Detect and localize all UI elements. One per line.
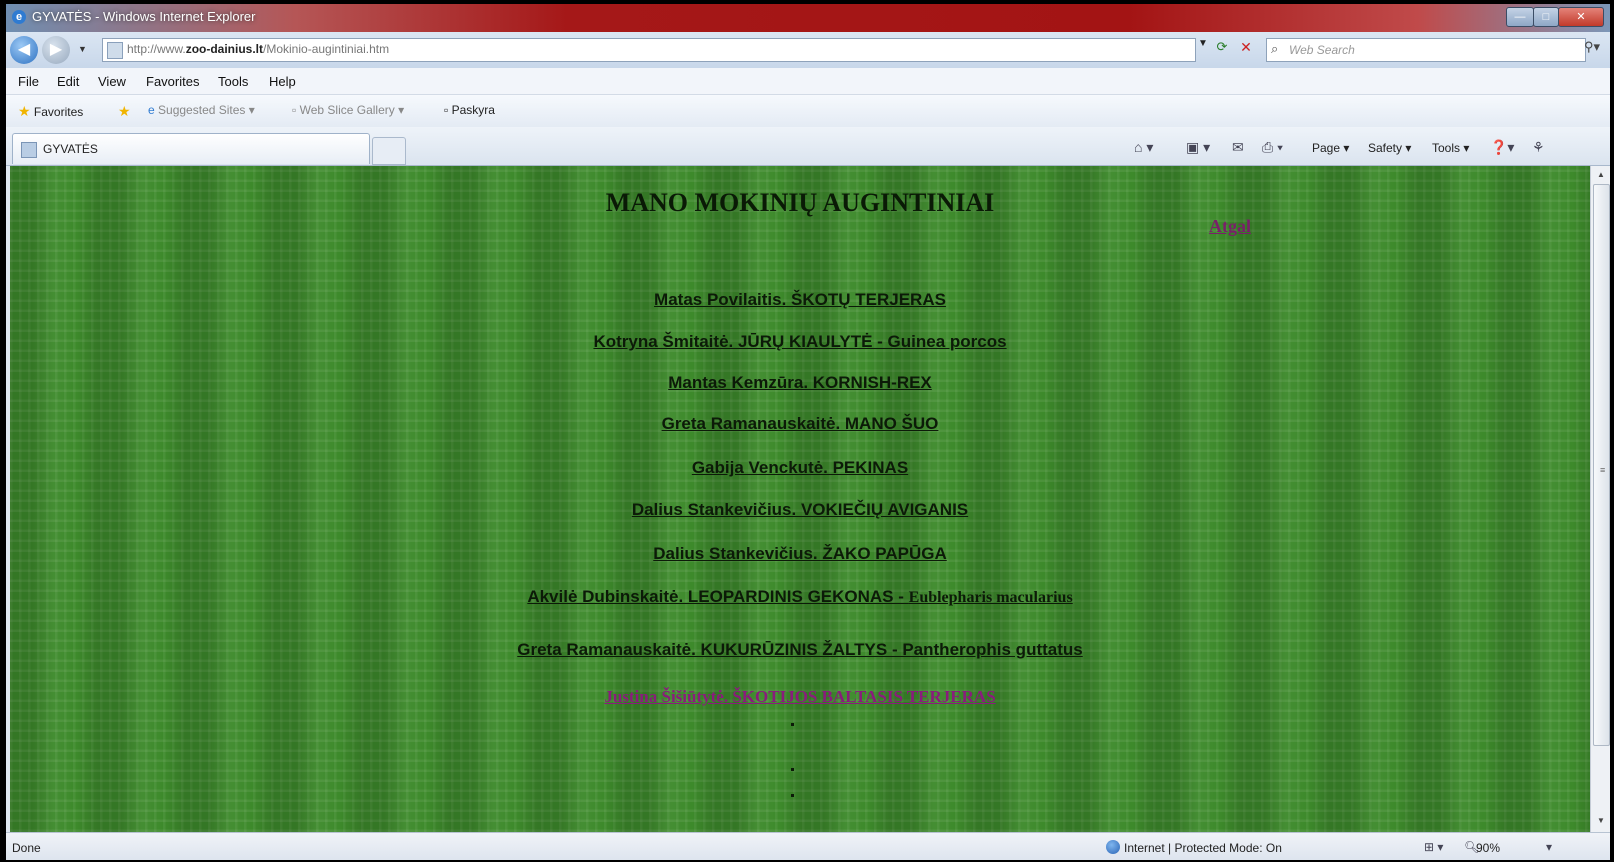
suggested-sites-button[interactable]: e Suggested Sites ▾ xyxy=(148,103,255,117)
stop-icon[interactable]: ✕ xyxy=(1236,37,1256,57)
pet-link[interactable]: Gabija Venckutė. PEKINAS xyxy=(10,458,1590,478)
back-button[interactable]: ◀ xyxy=(10,36,38,64)
favorites-bar: ★ Favorites ★ e Suggested Sites ▾ ▫ Web … xyxy=(6,95,1610,127)
web-slice-gallery-button[interactable]: ▫ Web Slice Gallery ▾ xyxy=(292,103,404,117)
page-icon xyxy=(21,142,37,158)
menu-help[interactable]: Help xyxy=(269,74,296,89)
url-text: http://www.zoo-dainius.lt/Mokinio-augint… xyxy=(127,42,390,56)
back-link[interactable]: Atgal xyxy=(1190,216,1270,237)
zoom-dropdown-icon[interactable]: ▾ xyxy=(1546,840,1552,854)
refresh-icon[interactable]: ⟳ xyxy=(1212,37,1232,57)
page-icon xyxy=(107,42,123,59)
page-icon: ▫ xyxy=(292,103,297,117)
scroll-up-icon[interactable]: ▲ xyxy=(1591,166,1610,184)
search-placeholder: Web Search xyxy=(1289,43,1355,57)
tools-menu[interactable]: Tools ▾ xyxy=(1432,141,1469,155)
browser-window: e GYVATĖS - Windows Internet Explorer — … xyxy=(6,4,1610,860)
menu-file[interactable]: File xyxy=(18,74,39,89)
grip-icon: ≡ xyxy=(1600,465,1606,475)
forward-button[interactable]: ▶ xyxy=(42,36,70,64)
home-icon[interactable]: ⌂ ▾ xyxy=(1134,139,1153,156)
search-provider-icon: ⌕ xyxy=(1271,41,1279,56)
add-favorite-icon[interactable]: ★ xyxy=(118,103,131,120)
ie-logo-icon: e xyxy=(12,10,26,24)
menu-edit[interactable]: Edit xyxy=(57,74,79,89)
status-text: Done xyxy=(12,841,41,855)
pet-link[interactable]: Greta Ramanauskaitė. MANO ŠUO xyxy=(10,414,1590,434)
pet-link[interactable]: Kotryna Šmitaitė. JŪRŲ KIAULYTĖ - Guinea… xyxy=(10,332,1590,352)
vertical-scrollbar[interactable]: ▲ ≡ ▼ xyxy=(1590,166,1610,832)
help-icon[interactable]: ❓▾ xyxy=(1490,139,1514,156)
security-zone[interactable]: Internet | Protected Mode: On xyxy=(1124,841,1282,855)
url-input[interactable]: http://www.zoo-dainius.lt/Mokinio-augint… xyxy=(102,38,1196,62)
tab-label: GYVATĖS xyxy=(43,142,98,156)
mail-icon[interactable]: ✉ xyxy=(1232,139,1244,156)
zoom-level[interactable]: 90% xyxy=(1476,841,1500,855)
page-content: MANO MOKINIŲ AUGINTINIAI Atgal Matas Pov… xyxy=(10,166,1590,832)
new-tab-button[interactable] xyxy=(372,137,406,165)
paskyra-link[interactable]: ▫ Paskyra xyxy=(444,103,495,117)
popup-blocker-icon[interactable]: ⊞ ▾ xyxy=(1424,840,1443,854)
menu-favorites[interactable]: Favorites xyxy=(146,74,199,89)
tab-gyvates[interactable]: GYVATĖS xyxy=(12,133,370,164)
window-title: GYVATĖS - Windows Internet Explorer xyxy=(32,9,256,24)
search-input[interactable]: ⌕ Web Search xyxy=(1266,38,1586,62)
page-title: MANO MOKINIŲ AUGINTINIAI xyxy=(605,188,995,217)
title-bar: e GYVATĖS - Windows Internet Explorer — … xyxy=(6,4,1610,32)
status-bar: Done Internet | Protected Mode: On ⊞ ▾ 🔍… xyxy=(6,832,1610,860)
globe-icon xyxy=(1106,840,1120,854)
favorites-button[interactable]: ★ Favorites xyxy=(18,103,83,120)
pet-link[interactable]: Akvilė Dubinskaitė. LEOPARDINIS GEKONAS … xyxy=(10,587,1590,607)
bullet-dot xyxy=(791,723,794,726)
pet-link[interactable]: Matas Povilaitis. ŠKOTŲ TERJERAS xyxy=(10,290,1590,310)
menu-bar: File Edit View Favorites Tools Help xyxy=(6,68,1610,95)
pet-link[interactable]: Greta Ramanauskaitė. KUKURŪZINIS ŽALTYS … xyxy=(10,640,1590,660)
page-menu[interactable]: Page ▾ xyxy=(1312,141,1349,155)
feeds-icon[interactable]: ▣ ▾ xyxy=(1186,139,1210,156)
ie-page-icon: e xyxy=(148,103,155,117)
minimize-button[interactable]: — xyxy=(1506,7,1534,27)
bullet-dot xyxy=(791,794,794,797)
scroll-thumb[interactable]: ≡ xyxy=(1593,184,1610,746)
pet-link-visited[interactable]: Justina Šišiūtytė. ŠKOTIJOS BALTASIS TER… xyxy=(10,687,1590,707)
research-icon[interactable]: ⚘ xyxy=(1532,139,1545,156)
close-button[interactable]: ✕ xyxy=(1558,7,1604,27)
recent-pages-dropdown-icon[interactable]: ▼ xyxy=(78,44,87,54)
scroll-down-icon[interactable]: ▼ xyxy=(1591,812,1610,830)
command-bar: GYVATĖS ⌂ ▾ ▣ ▾ ✉ ⎙ ▾ Page ▾ Safety ▾ To… xyxy=(6,127,1610,166)
star-icon: ★ xyxy=(18,103,31,119)
safety-menu[interactable]: Safety ▾ xyxy=(1368,141,1411,155)
url-dropdown-icon[interactable]: ▼ xyxy=(1198,38,1208,49)
menu-view[interactable]: View xyxy=(98,74,126,89)
bullet-dot xyxy=(791,768,794,771)
pet-link[interactable]: Dalius Stankevičius. ŽAKO PAPŪGA xyxy=(10,544,1590,564)
pet-link[interactable]: Dalius Stankevičius. VOKIEČIŲ AVIGANIS xyxy=(10,500,1590,520)
print-icon[interactable]: ⎙ ▾ xyxy=(1262,139,1283,156)
page-icon: ▫ xyxy=(444,103,449,117)
pet-link[interactable]: Mantas Kemzūra. KORNISH-REX xyxy=(10,373,1590,393)
search-icon[interactable]: ⚲▾ xyxy=(1584,39,1600,55)
maximize-button[interactable]: □ xyxy=(1533,7,1559,27)
menu-tools[interactable]: Tools xyxy=(218,74,248,89)
